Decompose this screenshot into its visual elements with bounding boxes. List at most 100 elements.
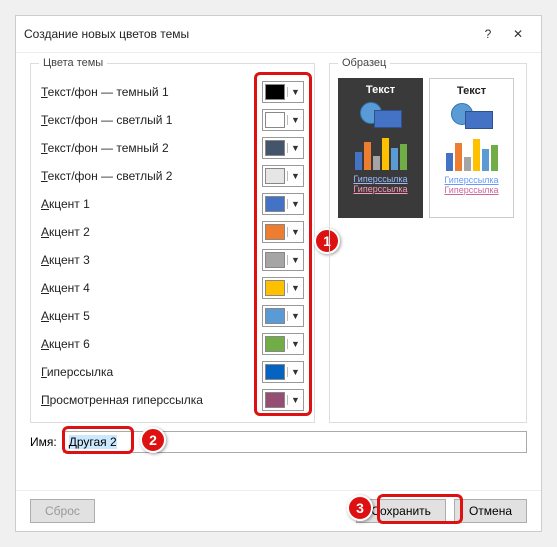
color-rows: 1 Текст/фон — темный 1▼Текст/фон — светл… xyxy=(41,78,304,414)
color-swatch-button[interactable]: ▼ xyxy=(262,249,304,271)
color-row: Акцент 3 ▼ xyxy=(41,246,304,274)
color-swatch xyxy=(265,364,285,380)
sample-visited-dark: Гиперссылка xyxy=(353,184,407,194)
color-row: Акцент 6 ▼ xyxy=(41,330,304,358)
sample-chart-dark xyxy=(355,134,407,170)
chart-bar xyxy=(364,142,371,170)
color-row: Гиперссылка ▼ xyxy=(41,358,304,386)
name-label: Имя: xyxy=(30,435,57,449)
dropdown-caret-icon: ▼ xyxy=(287,87,303,97)
dialog: Создание новых цветов темы ? ✕ Цвета тем… xyxy=(15,15,542,532)
sample-text-dark: Текст xyxy=(366,84,395,96)
color-swatch xyxy=(265,336,285,352)
dropdown-caret-icon: ▼ xyxy=(287,199,303,209)
color-row-label: Акцент 2 xyxy=(41,225,262,239)
reset-button[interactable]: Сброс xyxy=(30,499,95,523)
dialog-title: Создание новых цветов темы xyxy=(24,27,473,41)
sample-text-light: Текст xyxy=(457,85,486,97)
sample-visited-light: Гиперссылка xyxy=(444,185,498,195)
titlebar: Создание новых цветов темы ? ✕ xyxy=(16,16,541,53)
color-row: Текст/фон — светлый 2 ▼ xyxy=(41,162,304,190)
color-row: Текст/фон — светлый 1 ▼ xyxy=(41,106,304,134)
color-swatch xyxy=(265,224,285,240)
color-swatch xyxy=(265,196,285,212)
color-swatch-button[interactable]: ▼ xyxy=(262,109,304,131)
color-swatch xyxy=(265,168,285,184)
color-swatch-button[interactable]: ▼ xyxy=(262,333,304,355)
help-button[interactable]: ? xyxy=(473,22,503,46)
color-swatch-button[interactable]: ▼ xyxy=(262,81,304,103)
color-row-label: Гиперссылка xyxy=(41,365,262,379)
color-swatch xyxy=(265,308,285,324)
save-button[interactable]: Сохранить xyxy=(356,499,446,523)
color-row-label: Текст/фон — темный 1 xyxy=(41,85,262,99)
color-swatch xyxy=(265,392,285,408)
sample-link-light: Гиперссылка xyxy=(444,175,498,185)
color-swatch-button[interactable]: ▼ xyxy=(262,389,304,411)
color-row-label: Акцент 3 xyxy=(41,253,262,267)
chart-bar xyxy=(473,139,480,171)
color-swatch xyxy=(265,280,285,296)
sample-chart-light xyxy=(446,135,498,171)
color-swatch-button[interactable]: ▼ xyxy=(262,193,304,215)
color-row: Текст/фон — темный 1 ▼ xyxy=(41,78,304,106)
color-row-label: Акцент 4 xyxy=(41,281,262,295)
chart-bar xyxy=(355,152,362,170)
dropdown-caret-icon: ▼ xyxy=(287,395,303,405)
theme-colors-group: Цвета темы 1 Текст/фон — темный 1▼Текст/… xyxy=(30,63,315,423)
dropdown-caret-icon: ▼ xyxy=(287,227,303,237)
sample-shapes-dark xyxy=(356,100,406,130)
close-button[interactable]: ✕ xyxy=(503,22,533,46)
color-row: Просмотренная гиперссылка ▼ xyxy=(41,386,304,414)
sample-group: Образец Текст Гиперссылка Гиперссылка Те… xyxy=(329,63,527,423)
dropdown-caret-icon: ▼ xyxy=(287,311,303,321)
dropdown-caret-icon: ▼ xyxy=(287,283,303,293)
color-swatch xyxy=(265,84,285,100)
color-row-label: Текст/фон — светлый 2 xyxy=(41,169,262,183)
color-swatch-button[interactable]: ▼ xyxy=(262,165,304,187)
color-swatch-button[interactable]: ▼ xyxy=(262,277,304,299)
color-swatch-button[interactable]: ▼ xyxy=(262,221,304,243)
color-swatch-button[interactable]: ▼ xyxy=(262,361,304,383)
color-row: Акцент 4 ▼ xyxy=(41,274,304,302)
color-swatch xyxy=(265,112,285,128)
sample-label: Образец xyxy=(338,57,390,69)
dropdown-caret-icon: ▼ xyxy=(287,367,303,377)
sample-shapes-light xyxy=(447,101,497,131)
color-row: Акцент 2 ▼ xyxy=(41,218,304,246)
color-swatch-button[interactable]: ▼ xyxy=(262,137,304,159)
color-swatch xyxy=(265,252,285,268)
cancel-button[interactable]: Отмена xyxy=(454,499,527,523)
color-swatch-button[interactable]: ▼ xyxy=(262,305,304,327)
color-row: Акцент 5 ▼ xyxy=(41,302,304,330)
chart-bar xyxy=(373,156,380,170)
dialog-body: Цвета темы 1 Текст/фон — темный 1▼Текст/… xyxy=(16,53,541,490)
sample-grid: Текст Гиперссылка Гиперссылка Текст Гипе… xyxy=(338,78,518,218)
color-row: Текст/фон — темный 2 ▼ xyxy=(41,134,304,162)
theme-colors-label: Цвета темы xyxy=(39,57,107,69)
color-row-label: Акцент 6 xyxy=(41,337,262,351)
color-row-label: Акцент 5 xyxy=(41,309,262,323)
name-input[interactable]: Другая 2 xyxy=(63,431,527,453)
name-row: Имя: Другая 2 2 xyxy=(30,431,527,453)
dropdown-caret-icon: ▼ xyxy=(287,171,303,181)
dropdown-caret-icon: ▼ xyxy=(287,339,303,349)
color-row-label: Текст/фон — темный 2 xyxy=(41,141,262,155)
button-bar: Сброс Сохранить Отмена 3 xyxy=(16,490,541,531)
dropdown-caret-icon: ▼ xyxy=(287,143,303,153)
color-swatch xyxy=(265,140,285,156)
dropdown-caret-icon: ▼ xyxy=(287,115,303,125)
chart-bar xyxy=(400,144,407,170)
dropdown-caret-icon: ▼ xyxy=(287,255,303,265)
chart-bar xyxy=(382,138,389,170)
chart-bar xyxy=(455,143,462,171)
sample-light: Текст Гиперссылка Гиперссылка xyxy=(429,78,514,218)
color-row-label: Текст/фон — светлый 1 xyxy=(41,113,262,127)
chart-bar xyxy=(391,148,398,170)
chart-bar xyxy=(446,153,453,171)
color-row-label: Просмотренная гиперссылка xyxy=(41,393,262,407)
color-row: Акцент 1▼ xyxy=(41,190,304,218)
sample-dark: Текст Гиперссылка Гиперссылка xyxy=(338,78,423,218)
chart-bar xyxy=(491,145,498,171)
sample-link-dark: Гиперссылка xyxy=(353,174,407,184)
